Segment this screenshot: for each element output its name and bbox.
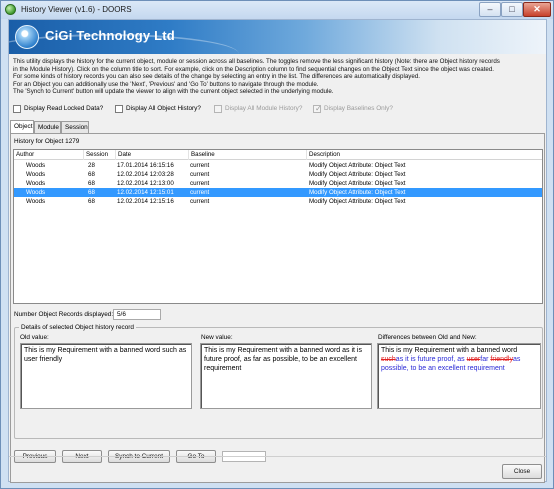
history-list[interactable]: Author Session Date Baseline Description…	[13, 149, 543, 304]
read-locked-checkbox[interactable]: Display Read Locked Data?	[13, 103, 103, 114]
column-description[interactable]: Description	[307, 150, 542, 160]
author-cell: Woods	[26, 189, 46, 196]
description-cell: Modify Object Attribute: Object Text	[309, 198, 406, 205]
all-module-history-label: Display All Module History?	[225, 105, 303, 112]
description-cell: Modify Object Attribute: Object Text	[309, 162, 406, 169]
session-cell: 28	[88, 162, 95, 169]
author-cell: Woods	[26, 162, 46, 169]
session-cell: 68	[88, 171, 95, 178]
table-row[interactable]: Woods 68 12.02.2014 12:15:16 current Mod…	[14, 197, 542, 206]
cigi-logo-icon	[15, 25, 39, 49]
table-row[interactable]: Woods 68 12.02.2014 12:03:28 current Mod…	[14, 170, 542, 179]
new-value-label: New value:	[201, 334, 233, 341]
diff-inserted-text: far	[480, 356, 491, 363]
intro-line: For an Object you can additionally use t…	[13, 80, 319, 88]
baseline-cell: current	[190, 171, 210, 178]
baseline-cell: current	[190, 189, 210, 196]
tab-object[interactable]: Object	[10, 120, 34, 134]
differences-label: Differences between Old and New:	[378, 334, 477, 341]
session-cell: 68	[88, 180, 95, 187]
intro-line: This utility displays the history for th…	[13, 58, 500, 65]
history-viewer-window: History Viewer (v1.6) - DOORS – □ ✕ CiGi…	[0, 0, 554, 489]
session-cell: 68	[88, 198, 95, 205]
intro-line: in the Module History). Click on the col…	[13, 65, 495, 73]
description-cell: Modify Object Attribute: Object Text	[309, 189, 406, 196]
diff-deleted-text: such	[381, 356, 396, 363]
baselines-only-checkbox: ✓ Display Baselines Only?	[313, 103, 393, 114]
old-value-label: Old value:	[20, 334, 49, 341]
all-object-history-checkbox[interactable]: Display All Object History?	[115, 103, 201, 114]
column-baseline[interactable]: Baseline	[189, 150, 307, 160]
options-row: Display Read Locked Data? Display All Ob…	[13, 103, 543, 115]
baseline-cell: current	[190, 162, 210, 169]
checkbox-box	[214, 104, 222, 113]
close-window-button[interactable]: ✕	[523, 2, 551, 17]
details-group: Details of selected Object history recor…	[14, 324, 543, 439]
checkbox-box[interactable]	[115, 104, 123, 113]
author-cell: Woods	[26, 180, 46, 187]
date-cell: 12.02.2014 12:15:16	[117, 198, 174, 205]
dialog-body: CiGi Technology Ltd This utility display…	[8, 19, 547, 483]
company-banner: CiGi Technology Ltd	[9, 20, 546, 54]
column-date[interactable]: Date	[116, 150, 189, 160]
column-author[interactable]: Author	[14, 150, 84, 160]
intro-line: The 'Synch to Current' button will updat…	[13, 88, 334, 96]
history-for-object-label: History for Object 1279	[14, 138, 80, 145]
baselines-only-label: Display Baselines Only?	[324, 105, 393, 112]
intro-line: For some kinds of history records you ca…	[13, 73, 420, 81]
table-row-selected[interactable]: Woods 68 12.02.2014 12:15:01 current Mod…	[14, 188, 542, 197]
minimize-button[interactable]: –	[479, 2, 501, 17]
new-value-textbox[interactable]: This is my Requirement with a banned wor…	[200, 343, 372, 409]
author-cell: Woods	[26, 171, 46, 178]
session-cell: 68	[88, 189, 95, 196]
date-cell: 12.02.2014 12:13:00	[117, 180, 174, 187]
diff-deleted-text: friendly	[490, 356, 513, 363]
table-row[interactable]: Woods 68 12.02.2014 12:13:00 current Mod…	[14, 179, 542, 188]
intro-text: This utility displays the history for th…	[13, 58, 543, 96]
footer-separator	[9, 456, 546, 457]
diff-unchanged-text: as	[457, 356, 467, 363]
description-cell: Modify Object Attribute: Object Text	[309, 171, 406, 178]
author-cell: Woods	[26, 198, 46, 205]
close-button[interactable]: Close	[502, 464, 542, 479]
diff-deleted-text: user	[466, 356, 481, 363]
date-cell: 17.01.2014 16:15:16	[117, 162, 174, 169]
read-locked-label: Display Read Locked Data?	[24, 105, 104, 112]
old-value-textbox[interactable]: This is my Requirement with a banned wor…	[20, 343, 192, 409]
baseline-cell: current	[190, 198, 210, 205]
object-tab-panel: History for Object 1279 Author Session D…	[10, 133, 545, 483]
all-object-history-label: Display All Object History?	[126, 105, 201, 112]
diff-unchanged-text: This is my Requirement with a banned wor…	[381, 347, 518, 354]
column-session[interactable]: Session	[84, 150, 116, 160]
description-cell: Modify Object Attribute: Object Text	[309, 180, 406, 187]
maximize-button[interactable]: □	[501, 2, 523, 17]
checkbox-box[interactable]	[13, 104, 21, 113]
baseline-cell: current	[190, 180, 210, 187]
records-displayed-field: 5/6	[113, 309, 161, 320]
date-cell: 12.02.2014 12:15:01	[117, 189, 174, 196]
table-row[interactable]: Woods 28 17.01.2014 16:15:16 current Mod…	[14, 161, 542, 170]
checkbox-box: ✓	[313, 103, 322, 113]
doors-app-icon	[5, 4, 16, 15]
differences-textbox[interactable]: This is my Requirement with a banned wor…	[377, 343, 541, 409]
company-name: CiGi Technology Ltd	[45, 28, 175, 43]
all-module-history-checkbox: Display All Module History?	[214, 103, 302, 114]
records-displayed-label: Number Object Records displayed:	[14, 311, 114, 318]
title-bar: History Viewer (v1.6) - DOORS – □ ✕	[1, 1, 553, 19]
diff-inserted-text: as it is future proof,	[395, 356, 458, 363]
checkmark-icon: ✓	[315, 103, 322, 113]
window-title: History Viewer (v1.6) - DOORS	[21, 5, 132, 14]
history-list-header: Author Session Date Baseline Description	[14, 150, 542, 160]
date-cell: 12.02.2014 12:03:28	[117, 171, 174, 178]
details-legend: Details of selected Object history recor…	[19, 324, 136, 331]
